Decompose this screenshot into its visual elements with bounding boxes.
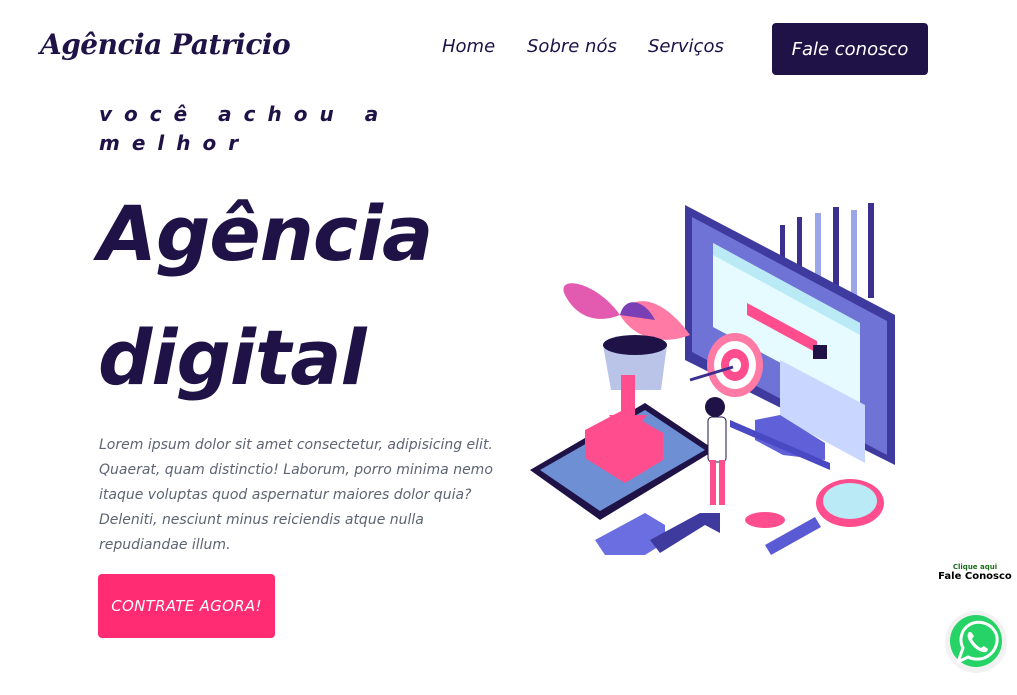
- nav-servicos-link[interactable]: Serviços: [648, 36, 724, 57]
- brand-logo[interactable]: Agência Patricio: [40, 28, 291, 61]
- whatsapp-icon[interactable]: [944, 610, 1008, 674]
- hero-headline: Agência digital: [98, 172, 498, 420]
- hero-paragraph: Lorem ipsum dolor sit amet consectetur, …: [99, 437, 493, 553]
- fale-conosco-button[interactable]: Fale conosco: [772, 23, 928, 75]
- digital-marketing-illustration: [530, 203, 895, 555]
- tablet: [530, 375, 715, 520]
- arrows-decoration: [595, 513, 720, 555]
- contrate-agora-button[interactable]: CONTRATE AGORA!: [98, 574, 275, 638]
- person-figure: [705, 397, 727, 505]
- headline-line-2: digital: [98, 313, 367, 402]
- hero-eyebrow: você achou a melhor: [99, 102, 391, 155]
- whatsapp-caption: Fale Conosco: [938, 571, 1012, 582]
- whatsapp-caption-small: Clique aqui: [952, 563, 998, 571]
- plant-pot: [563, 283, 690, 390]
- headline-line-1: Agência: [98, 189, 433, 278]
- nav-home-link[interactable]: Home: [442, 36, 495, 57]
- heart-badge: [745, 512, 785, 528]
- nav-sobre-link[interactable]: Sobre nós: [527, 36, 617, 57]
